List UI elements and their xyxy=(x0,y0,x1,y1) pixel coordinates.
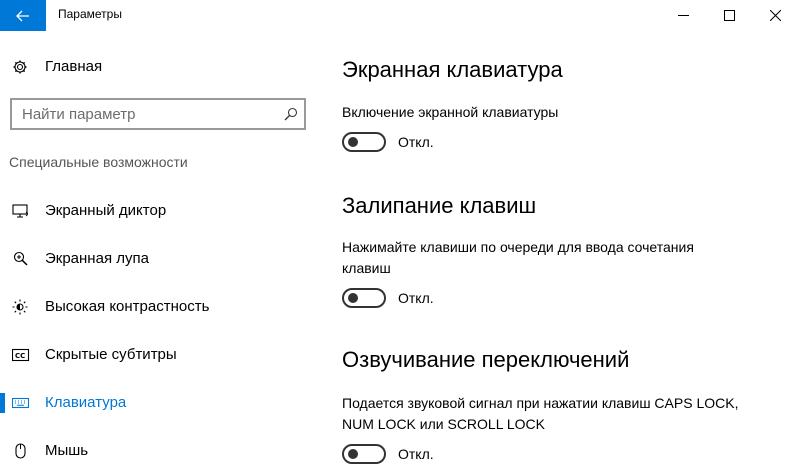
sidebar-item-label: Клавиатура xyxy=(45,394,127,411)
toggle-state-label: Откл. xyxy=(398,134,434,150)
sidebar-item-magnifier[interactable]: Экранная лупа xyxy=(0,241,320,277)
search-input[interactable] xyxy=(12,100,272,128)
search-icon[interactable] xyxy=(284,107,298,121)
gear-icon xyxy=(13,60,27,74)
minimize-button[interactable] xyxy=(660,0,706,31)
active-indicator xyxy=(0,393,5,413)
sidebar-item-narrator[interactable]: Экранный диктор xyxy=(0,193,320,229)
narrator-icon xyxy=(12,204,28,218)
sidebar-item-keyboard[interactable]: Клавиатура xyxy=(0,385,320,421)
maximize-icon xyxy=(723,10,735,21)
sidebar-item-label: Главная xyxy=(45,58,103,75)
magnifier-icon xyxy=(13,251,28,266)
toggle-state-label: Откл. xyxy=(398,290,434,306)
svg-text:CC: CC xyxy=(15,352,25,360)
section-description: Подается звуковой сигнал при нажатии кла… xyxy=(342,395,739,432)
closed-captions-icon: CC xyxy=(12,348,30,362)
sidebar-item-closed-captions[interactable]: CC Скрытые субтитры xyxy=(0,337,320,373)
search-box[interactable] xyxy=(10,98,306,130)
section-title-toggle-keys: Озвучивание переключений xyxy=(342,347,630,372)
sidebar-item-label: Мышь xyxy=(45,442,89,459)
minimize-icon xyxy=(677,15,689,16)
mouse-icon xyxy=(15,443,26,459)
section-description: Включение экранной клавиатуры xyxy=(342,104,559,120)
sidebar: Главная Специальные возможности Экранный… xyxy=(0,31,320,475)
app-title: Параметры xyxy=(58,7,122,21)
sidebar-item-label: Скрытые субтитры xyxy=(45,346,177,363)
section-title-sticky-keys: Залипание клавиш xyxy=(342,193,537,218)
sidebar-item-label: Экранный диктор xyxy=(45,202,167,219)
sidebar-item-label: Экранная лупа xyxy=(45,250,149,267)
toggle-row: Откл. xyxy=(342,131,434,153)
sidebar-section-header: Специальные возможности xyxy=(9,154,188,170)
close-button[interactable] xyxy=(752,0,787,31)
contrast-icon xyxy=(12,299,28,315)
section-title-on-screen-keyboard: Экранная клавиатура xyxy=(342,57,563,82)
close-icon xyxy=(769,10,781,21)
toggle-knob xyxy=(348,449,358,459)
back-button[interactable] xyxy=(0,0,46,31)
toggle-state-label: Откл. xyxy=(398,446,434,462)
sidebar-item-home[interactable]: Главная xyxy=(0,52,320,82)
toggle-knob xyxy=(348,293,358,303)
toggle-keys-toggle[interactable] xyxy=(342,444,386,464)
on-screen-keyboard-toggle[interactable] xyxy=(342,132,386,152)
sidebar-item-mouse[interactable]: Мышь xyxy=(0,433,320,469)
back-arrow-icon xyxy=(16,10,29,21)
toggle-row: Откл. xyxy=(342,443,434,465)
keyboard-icon xyxy=(12,397,30,409)
sticky-keys-toggle[interactable] xyxy=(342,288,386,308)
toggle-row: Откл. xyxy=(342,287,434,309)
sidebar-item-high-contrast[interactable]: Высокая контрастность xyxy=(0,289,320,325)
title-bar: Параметры xyxy=(0,0,787,31)
toggle-knob xyxy=(348,137,358,147)
section-description: Нажимайте клавиши по очереди для ввода с… xyxy=(342,239,694,276)
maximize-button[interactable] xyxy=(706,0,752,31)
sidebar-item-label: Высокая контрастность xyxy=(45,298,210,315)
